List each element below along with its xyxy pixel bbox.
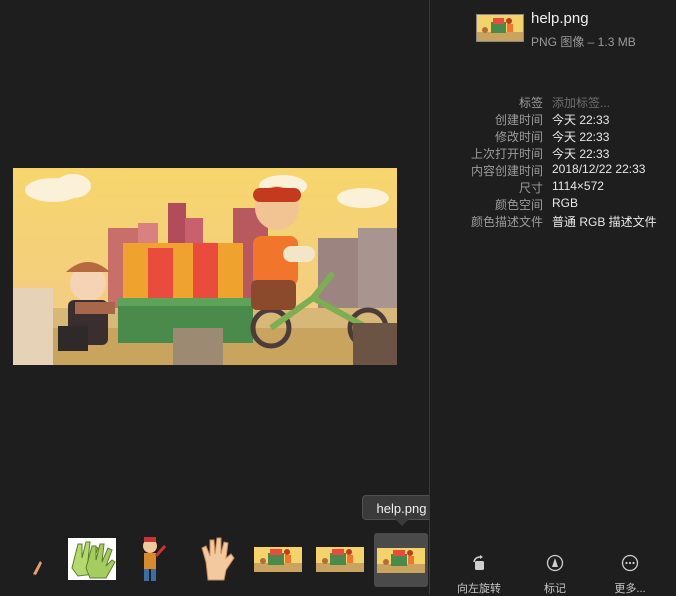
boy-character-thumbnail[interactable] <box>136 534 168 584</box>
preview-pane: help.png <box>0 0 441 594</box>
info-label: 上次打开时间 <box>470 147 543 161</box>
info-value: 1114×572 <box>552 179 604 193</box>
info-row-content-created: 内容创建时间 2018/12/22 22:33 <box>430 162 676 179</box>
info-label: 内容创建时间 <box>470 164 543 178</box>
info-value: 今天 22:33 <box>552 113 610 127</box>
pencil-thumbnail[interactable] <box>30 558 44 576</box>
help-png-thumbnail-selected[interactable] <box>374 533 428 587</box>
info-row-last-opened: 上次打开时间 今天 22:33 <box>430 145 676 162</box>
markup-icon <box>520 554 590 577</box>
hand-thumbnail[interactable] <box>198 534 236 584</box>
main-preview-image[interactable] <box>13 168 397 365</box>
help-png-thumbnail-1[interactable] <box>254 547 302 572</box>
file-name: help.png <box>531 10 589 27</box>
info-label: 创建时间 <box>494 113 543 127</box>
info-row-color-profile: 颜色描述文件 普通 RGB 描述文件 <box>430 213 676 230</box>
tags-input[interactable]: 添加标签... <box>552 94 610 111</box>
rotate-left-icon <box>444 554 514 577</box>
help-png-thumbnail-2[interactable] <box>316 547 364 572</box>
inspector-pane <box>430 0 676 594</box>
info-value: 今天 22:33 <box>552 147 610 161</box>
more-icon <box>595 554 665 577</box>
gloves-thumbnail[interactable] <box>68 538 116 580</box>
file-icon-thumbnail <box>476 14 524 42</box>
info-label: 标签 <box>518 96 543 110</box>
info-table: 标签 添加标签... 创建时间 今天 22:33 修改时间 今天 22:33 上… <box>430 94 676 230</box>
more-button[interactable]: 更多... <box>595 548 665 596</box>
info-label: 颜色描述文件 <box>470 215 543 229</box>
info-row-modified: 修改时间 今天 22:33 <box>430 128 676 145</box>
info-label: 尺寸 <box>518 181 543 195</box>
info-label: 颜色空间 <box>494 198 543 212</box>
info-value: RGB <box>552 196 579 210</box>
info-row-color-space: 颜色空间 RGB <box>430 196 676 213</box>
info-label: 修改时间 <box>494 130 543 144</box>
info-value: 今天 22:33 <box>552 130 610 144</box>
rotate-left-button[interactable]: 向左旋转 <box>444 548 514 596</box>
info-row-tags: 标签 添加标签... <box>430 94 676 111</box>
info-value: 普通 RGB 描述文件 <box>552 215 657 229</box>
markup-button[interactable]: 标记 <box>520 548 590 596</box>
info-row-created: 创建时间 今天 22:33 <box>430 111 676 128</box>
filmstrip <box>0 530 429 590</box>
file-kind-size: PNG 图像 – 1.3 MB <box>531 35 636 49</box>
info-value: 2018/12/22 22:33 <box>552 162 646 176</box>
info-row-dimensions: 尺寸 1114×572 <box>430 179 676 196</box>
